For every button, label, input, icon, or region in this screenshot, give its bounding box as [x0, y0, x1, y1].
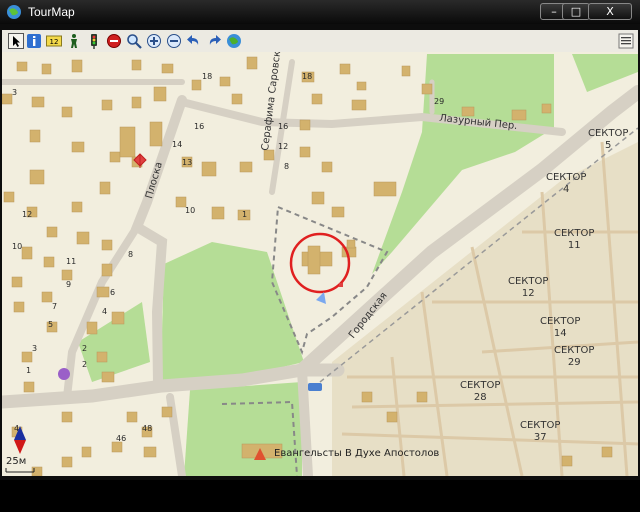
info-icon[interactable]	[26, 33, 42, 49]
park-area	[184, 382, 302, 476]
traffic-light-icon[interactable]	[86, 33, 102, 49]
sector-label: СЕКТОР 29	[554, 345, 595, 368]
window-title: TourMap	[28, 5, 75, 19]
house-number-label: 14	[172, 140, 183, 149]
house-number-label: 18	[302, 72, 313, 81]
house-number-label: 5	[48, 320, 54, 329]
house-number-label: 16	[278, 122, 289, 131]
globe-icon[interactable]	[226, 33, 242, 49]
house-number-label: 10	[185, 206, 196, 215]
select-arrow-icon[interactable]	[8, 33, 24, 49]
point-marker	[339, 283, 343, 287]
house-number-label: 6	[110, 288, 116, 297]
house-number-label: 11	[66, 257, 77, 266]
house-number-label: 13	[182, 158, 193, 167]
map-view[interactable]: Серафима Саровского ул. Лазурный Пер. Го…	[2, 52, 638, 476]
zoom-in-icon[interactable]	[146, 33, 162, 49]
house-number-label: 2	[82, 344, 88, 353]
sector-label: СЕКТОР 12	[508, 276, 549, 299]
house-number-label: 18	[202, 72, 213, 81]
house-number-label: 8	[128, 250, 134, 259]
app-globe-icon	[7, 5, 21, 19]
shop-basket-icon	[58, 368, 70, 380]
sector-label: СЕКТОР 5	[588, 128, 629, 151]
park-area	[572, 54, 638, 92]
poi-label-church[interactable]: Евангельсты В Духе Апостолов	[274, 448, 439, 459]
house-number-label: 16	[194, 122, 205, 131]
house-number-label: 1	[242, 210, 248, 219]
stop-icon[interactable]	[106, 33, 122, 49]
scale-label: 25м	[6, 456, 27, 467]
park-area	[157, 242, 304, 384]
redo-icon[interactable]	[206, 33, 222, 49]
house-number-label: 4	[102, 307, 108, 316]
app-window: TourMap – □ X 12 Серафима Саровского ул.…	[0, 0, 640, 480]
house-number-label: 9	[66, 280, 72, 289]
sector-label: СЕКТОР 37	[520, 420, 561, 443]
direction-arrow-icon	[316, 292, 326, 304]
house-number-label: 2	[82, 360, 88, 369]
house-number-label: 3	[12, 88, 18, 97]
house-number-label: 48	[142, 424, 153, 433]
close-button[interactable]: X	[588, 3, 632, 20]
sector-label: СЕКТОР 14	[540, 316, 581, 339]
sector-label: СЕКТОР 28	[460, 380, 501, 403]
sector-label: СЕКТОР 4	[546, 172, 587, 195]
house-number-label: 12	[278, 142, 289, 151]
house-number-label: 12	[22, 210, 33, 219]
scale-bar	[5, 468, 35, 473]
house-number-label: 46	[116, 434, 127, 443]
house-number-label: 7	[52, 302, 58, 311]
maximize-button[interactable]: □	[562, 3, 590, 20]
sector-label: СЕКТОР 11	[554, 228, 595, 251]
pedestrian-icon[interactable]	[66, 33, 82, 49]
bus-stop-icon	[308, 383, 322, 391]
number-label-icon[interactable]: 12	[46, 33, 62, 49]
toolbar: 12	[2, 30, 638, 53]
title-bar[interactable]: TourMap – □ X	[0, 0, 640, 24]
undo-icon[interactable]	[186, 33, 202, 49]
zoom-out-icon[interactable]	[166, 33, 182, 49]
svg-text:12: 12	[50, 38, 59, 46]
menu-list-icon[interactable]	[618, 33, 634, 49]
house-number-label: 10	[12, 242, 23, 251]
house-number-label: 1	[26, 366, 32, 375]
search-icon[interactable]	[126, 33, 142, 49]
house-number-label: 29	[434, 97, 445, 106]
house-number-label: 3	[32, 344, 38, 353]
house-number-label: 8	[284, 162, 290, 171]
map-canvas[interactable]	[2, 52, 638, 476]
house-number-label: 4	[14, 424, 20, 433]
